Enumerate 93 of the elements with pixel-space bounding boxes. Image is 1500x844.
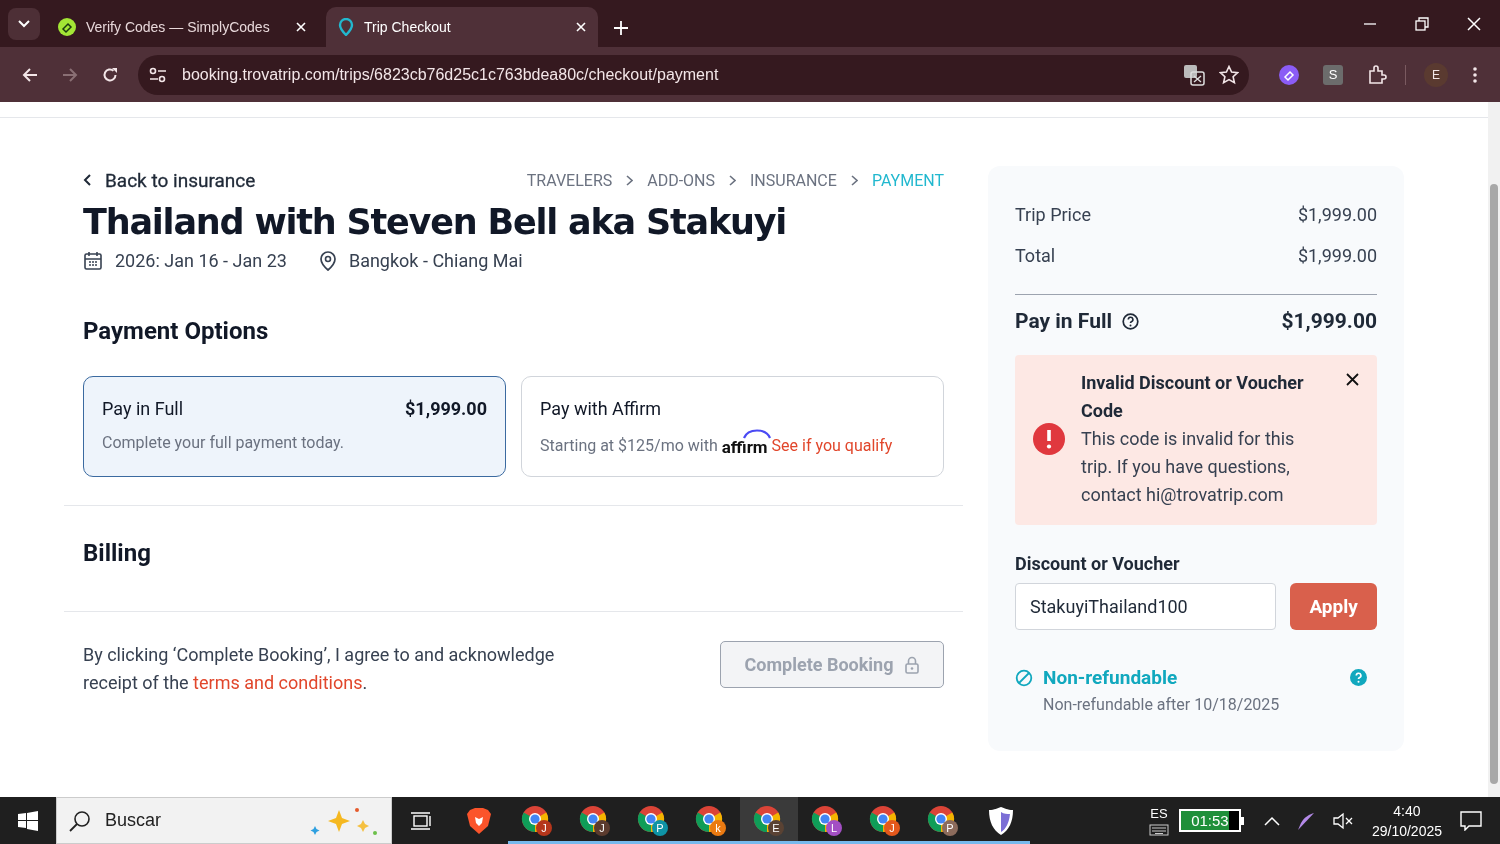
task-view-icon[interactable] xyxy=(410,810,432,831)
back-arrow-icon[interactable] xyxy=(22,66,38,83)
search-field[interactable]: Buscar xyxy=(56,797,392,844)
clock-date[interactable]: 29/10/2025 xyxy=(1371,822,1442,839)
menu-icon[interactable] xyxy=(1472,65,1478,84)
address-bar[interactable]: booking.trovatrip.com/trips/6823cb76d25c1c763bdea80c/checkout/payment xyxy=(138,54,1249,95)
section-heading: Payment Options xyxy=(83,317,270,345)
prohibited-icon xyxy=(1015,668,1033,687)
breadcrumb-step[interactable]: INSURANCE xyxy=(750,170,837,190)
notification-icon[interactable] xyxy=(1460,810,1482,831)
chevron-left-icon[interactable] xyxy=(83,174,91,186)
scrollbar-thumb[interactable] xyxy=(1490,184,1498,784)
trip-dates: 2026: Jan 16 - Jan 23 xyxy=(115,250,287,271)
extension-icon[interactable] xyxy=(1279,64,1299,85)
lion-shield-icon[interactable] xyxy=(466,806,492,835)
chevron-right-icon xyxy=(850,174,858,186)
close-icon[interactable] xyxy=(1346,373,1359,386)
tab-title: Trip Checkout xyxy=(364,19,452,35)
trip-location: Bangkok - Chiang Mai xyxy=(348,250,523,271)
site-settings-icon[interactable] xyxy=(148,65,168,84)
chevron-up-icon[interactable] xyxy=(1263,815,1280,826)
price-amount: $1,999.00 xyxy=(1297,245,1377,266)
option-description: Starting at $125/mo with xyxy=(540,435,718,455)
plus-icon[interactable] xyxy=(614,21,628,35)
reload-icon[interactable] xyxy=(102,66,118,83)
lock-icon xyxy=(905,655,920,674)
location-pin-icon xyxy=(318,250,337,271)
alert-title: Invalid Discount or Voucher Code xyxy=(1081,371,1305,423)
pay-amount: $1,999.00 xyxy=(1281,309,1377,333)
shield-icon[interactable] xyxy=(986,805,1016,836)
payment-option-card[interactable]: Pay in Full $1,999.00 Complete your full payment today. xyxy=(83,376,506,477)
star-icon[interactable] xyxy=(1219,64,1239,85)
option-price: $1,999.00 xyxy=(405,398,487,419)
pay-label: Pay in Full xyxy=(1015,309,1113,333)
keyboard-icon[interactable] xyxy=(1148,823,1169,836)
complete-booking-button: Complete Booking xyxy=(720,641,944,688)
price-label: Total xyxy=(1015,245,1056,266)
clock-time[interactable]: 4:40 xyxy=(1393,802,1421,819)
option-title: Pay with Affirm xyxy=(540,398,663,419)
puzzle-icon[interactable] xyxy=(1367,64,1387,85)
taskbar-app[interactable]: J xyxy=(508,797,566,844)
back-link[interactable]: Back to insurance xyxy=(83,168,256,192)
chevron-right-icon xyxy=(729,174,736,186)
restore-icon[interactable] xyxy=(1415,16,1429,31)
payment-option-card[interactable]: Pay with Affirm Starting at $125/mo with affirm See if you qualify xyxy=(521,376,944,477)
scrollbar[interactable] xyxy=(1488,102,1500,797)
extension-icon[interactable]: S xyxy=(1323,64,1343,85)
calendar-icon xyxy=(83,250,103,271)
battery-timer: 01:53 xyxy=(1178,809,1241,832)
discount-field[interactable]: StakuyiThailand100 xyxy=(1015,583,1277,630)
taskbar-app[interactable]: E xyxy=(740,797,798,844)
pin-icon xyxy=(338,18,354,36)
sparkle-icon xyxy=(309,805,379,836)
qualify-link[interactable]: See if you qualify xyxy=(771,435,893,455)
section-heading: Billing xyxy=(83,539,152,567)
error-icon xyxy=(1033,423,1065,455)
breadcrumb-step[interactable]: ADD-ONS xyxy=(647,170,715,190)
tab-search-button[interactable] xyxy=(8,8,40,40)
forward-arrow-icon xyxy=(62,66,78,83)
help-icon[interactable] xyxy=(1122,312,1140,330)
discount-label: Discount or Voucher xyxy=(1015,553,1181,574)
browser-tab[interactable]: Trip Checkout xyxy=(326,7,598,47)
taskbar-app[interactable]: J xyxy=(856,797,914,844)
apply-button[interactable]: Apply xyxy=(1290,583,1377,630)
chevron-right-icon xyxy=(626,174,634,186)
trip-title: Thailand with Steven Bell aka Stakuyi xyxy=(83,202,788,242)
taskbar-app[interactable]: J xyxy=(566,797,624,844)
url-text: booking.trovatrip.com/trips/6823cb76d25c1c763bdea80c/checkout/payment xyxy=(182,65,720,84)
translate-icon[interactable] xyxy=(1183,63,1205,86)
option-description: Complete your full payment today. xyxy=(102,433,345,452)
option-title: Pay in Full xyxy=(102,398,184,419)
speaker-muted-icon[interactable] xyxy=(1331,811,1354,830)
affirm-logo: affirm xyxy=(721,433,768,457)
tab-title: Verify Codes — SimplyCodes xyxy=(86,19,271,35)
alert-message: This code is invalid for this trip. If you have questions, contact hi@trovatrip.com xyxy=(1081,427,1296,507)
agreement-text: By clicking ‘Complete Booking’, I agree to and acknowledge receipt of the terms and conditions. xyxy=(83,643,556,695)
windows-icon[interactable] xyxy=(18,810,38,831)
price-label: Trip Price xyxy=(1015,204,1091,225)
arc-icon xyxy=(741,427,772,439)
refund-policy-title: Non-refundable xyxy=(1043,666,1178,689)
profile-avatar[interactable]: E xyxy=(1424,62,1448,87)
taskbar-app[interactable]: L xyxy=(798,797,856,844)
taskbar-app[interactable]: P xyxy=(914,797,972,844)
chevron-down-icon[interactable] xyxy=(18,20,30,28)
taskbar-app[interactable]: P xyxy=(624,797,682,844)
refund-note: Non-refundable after 10/18/2025 xyxy=(1043,695,1281,714)
search-icon xyxy=(69,809,91,832)
keyboard-language[interactable]: ES xyxy=(1150,805,1168,821)
tag-icon xyxy=(58,18,76,36)
terms-link[interactable]: terms and conditions xyxy=(193,672,363,693)
breadcrumb-step[interactable]: TRAVELERS xyxy=(526,170,613,190)
price-amount: $1,999.00 xyxy=(1297,204,1377,225)
browser-tab[interactable]: Verify Codes — SimplyCodes xyxy=(46,7,318,47)
